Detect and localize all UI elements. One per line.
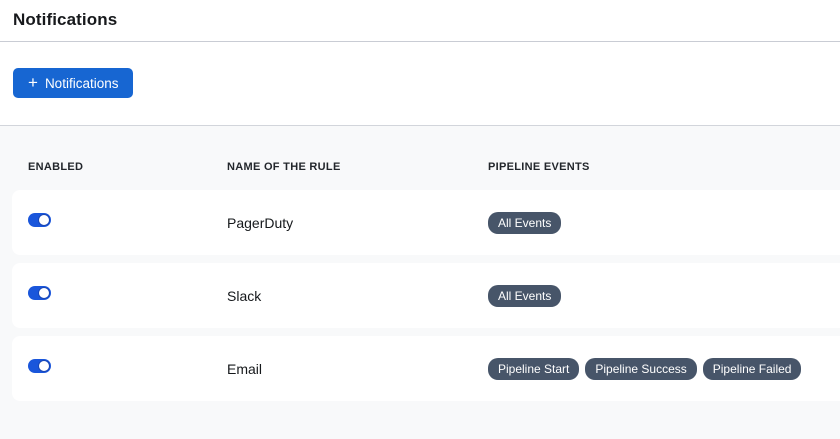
toolbar: + Notifications bbox=[0, 42, 840, 98]
event-badge: Pipeline Success bbox=[585, 358, 696, 380]
page-header: Notifications bbox=[0, 0, 840, 30]
table-row: Email Pipeline StartPipeline SuccessPipe… bbox=[12, 336, 840, 401]
add-notifications-button[interactable]: + Notifications bbox=[13, 68, 133, 98]
event-badge: Pipeline Start bbox=[488, 358, 579, 380]
toggle-knob bbox=[38, 214, 50, 226]
enabled-cell bbox=[28, 213, 227, 232]
toggle-knob bbox=[38, 287, 50, 299]
column-header-enabled: ENABLED bbox=[28, 161, 227, 173]
enabled-toggle[interactable] bbox=[28, 286, 51, 300]
rule-name: Email bbox=[227, 361, 488, 377]
event-badge: Pipeline Failed bbox=[703, 358, 802, 380]
column-header-pipeline-events: PIPELINE EVENTS bbox=[488, 161, 840, 173]
rule-name: Slack bbox=[227, 288, 488, 304]
notifications-table: ENABLED NAME OF THE RULE PIPELINE EVENTS… bbox=[0, 125, 840, 439]
pipeline-events-cell: All Events bbox=[488, 285, 840, 307]
table-body: PagerDuty All Events Slack All Events Em… bbox=[0, 190, 840, 401]
pipeline-events-cell: Pipeline Start Pipeline Success Pipeline F… bbox=[488, 358, 840, 380]
pipeline-events-cell: All Events bbox=[488, 212, 840, 234]
rule-name: PagerDuty bbox=[227, 215, 488, 231]
table-row: PagerDuty All Events bbox=[12, 190, 840, 255]
page-title: Notifications bbox=[13, 10, 827, 30]
table-row: Slack All Events bbox=[12, 263, 840, 328]
enabled-cell bbox=[28, 359, 227, 378]
toggle-knob bbox=[38, 360, 50, 372]
enabled-toggle[interactable] bbox=[28, 213, 51, 227]
add-notifications-label: Notifications bbox=[45, 76, 119, 91]
enabled-toggle[interactable] bbox=[28, 359, 51, 373]
plus-icon: + bbox=[28, 74, 38, 91]
column-header-rule-name: NAME OF THE RULE bbox=[227, 161, 488, 173]
event-badge: All Events bbox=[488, 285, 561, 307]
enabled-cell bbox=[28, 286, 227, 305]
event-badge: All Events bbox=[488, 212, 561, 234]
table-header-row: ENABLED NAME OF THE RULE PIPELINE EVENTS bbox=[0, 126, 840, 190]
